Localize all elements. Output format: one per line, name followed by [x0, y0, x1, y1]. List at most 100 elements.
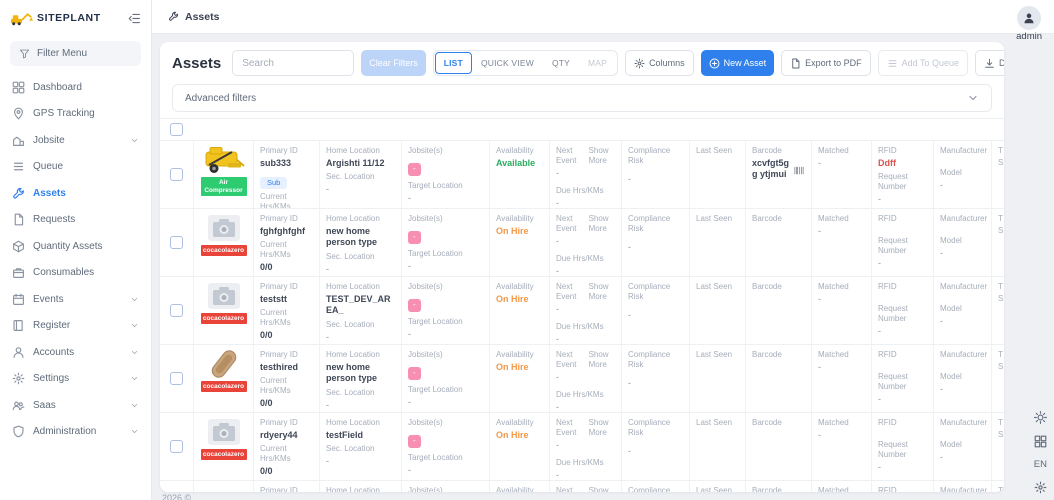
cell-value-primary_id: teststt: [260, 294, 288, 304]
sidebar-item-consumables[interactable]: Consumables: [0, 260, 151, 287]
col-label-availability: Availability: [496, 146, 534, 155]
sidebar-item-queue[interactable]: Queue: [0, 154, 151, 181]
theme-toggle-icon[interactable]: [1033, 411, 1047, 424]
jobsite-cell: Jobsite(s): [402, 481, 490, 492]
chevron-down-icon: [130, 348, 139, 357]
show-more-link[interactable]: Show More: [589, 146, 615, 166]
availability-cell: Availability On Hire: [490, 209, 550, 276]
avatar[interactable]: [1017, 6, 1042, 30]
row-checkbox[interactable]: [170, 372, 183, 385]
events-icon: [12, 293, 25, 306]
cell-value-next_event: -: [556, 372, 559, 382]
asset-thumbnail[interactable]: cocacolazero: [198, 415, 249, 461]
row-checkbox[interactable]: [170, 236, 183, 249]
sidebar-item-quantity-assets[interactable]: Quantity Assets: [0, 233, 151, 260]
jobsite-badge: -: [408, 434, 421, 448]
col-label-last_seen: Last Seen: [696, 418, 733, 427]
row-select-cell: [160, 481, 194, 492]
download-button[interactable]: Download: [975, 50, 1004, 76]
home-location-cell: Home Location Argishti 11/12 Sec. Location…: [320, 141, 402, 208]
sidebar-item-settings[interactable]: Settings: [0, 366, 151, 393]
col-label-next_event: Next Event: [556, 418, 577, 437]
col-label-target_location: Target Location: [408, 180, 463, 190]
view-quick-view-button[interactable]: QUICK VIEW: [472, 52, 543, 74]
asset-thumbnail[interactable]: cocacolazero: [198, 211, 249, 257]
chevron-down-icon: [130, 401, 139, 410]
asset-photo: [201, 211, 247, 245]
asset-thumbnail[interactable]: cocacolazero: [198, 347, 249, 393]
manufacturer-cell: Manufacturer Model -: [934, 209, 992, 276]
sidebar-item-dashboard[interactable]: Dashboard: [0, 74, 151, 101]
language-selector[interactable]: EN: [1034, 459, 1047, 470]
asset-thumbnail[interactable]: cocacolazero: [198, 279, 249, 325]
compliance-risk-cell: Compliance Risk -: [622, 209, 690, 276]
sidebar-item-label: Quantity Assets: [33, 240, 103, 252]
barcode-icon[interactable]: [793, 165, 805, 176]
row-checkbox[interactable]: [170, 168, 183, 181]
brand-logo[interactable]: SITEPLANT: [10, 10, 101, 26]
col-label-barcode: Barcode: [752, 350, 782, 359]
apps-grid-icon[interactable]: [1034, 435, 1047, 448]
advanced-filters-toggle[interactable]: Advanced filters: [172, 84, 992, 112]
sidebar-item-requests[interactable]: Requests: [0, 207, 151, 234]
sidebar-item-assets[interactable]: Assets: [0, 180, 151, 207]
col-label-target_location: Target Location: [408, 248, 463, 258]
row-checkbox[interactable]: [170, 304, 183, 317]
show-more-link[interactable]: Show More: [589, 486, 615, 492]
show-more-link[interactable]: Show More: [589, 418, 615, 438]
show-more-link[interactable]: Show More: [589, 214, 615, 234]
home-location-cell: Home Location new home person type Sec. Lo…: [320, 209, 402, 276]
sidebar-item-administration[interactable]: Administration: [0, 419, 151, 446]
new-asset-button[interactable]: New Asset: [700, 50, 775, 76]
view-map-button[interactable]: MAP: [579, 52, 616, 74]
cell-value-compliance_risk: -: [628, 174, 631, 184]
asset-category-tag: Air Compressor: [200, 177, 247, 197]
sidebar-item-label: Queue: [33, 161, 64, 173]
col-label-sec_location: Sec. Location: [326, 387, 375, 397]
col-label-jobsites: Jobsite(s): [408, 350, 443, 359]
sidebar-collapse-icon[interactable]: [128, 12, 141, 25]
show-more-link[interactable]: Show More: [589, 350, 615, 370]
app: SITEPLANT Filter Menu Dashboard GPS Track…: [0, 0, 1054, 500]
clear-filters-button[interactable]: Clear Filters: [361, 50, 426, 76]
sidebar-item-label: Jobsite: [33, 134, 65, 146]
cell-value-matched: -: [818, 294, 821, 304]
view-qty-button[interactable]: QTY: [543, 52, 579, 74]
sidebar-item-accounts[interactable]: Accounts: [0, 339, 151, 366]
user-menu[interactable]: admin: [1016, 6, 1042, 42]
settings-gear-icon[interactable]: [1034, 481, 1047, 494]
sidebar-item-events[interactable]: Events: [0, 286, 151, 313]
columns-button[interactable]: Columns: [625, 50, 694, 76]
sidebar-item-label: Saas: [33, 399, 56, 411]
new-asset-label: New Asset: [723, 58, 767, 68]
col-label-primary_id: Primary ID: [260, 350, 298, 359]
matched-cell: Matched -: [812, 277, 872, 344]
col-label-primary_id: Primary ID: [260, 418, 298, 427]
sidebar-item-gps-tracking[interactable]: GPS Tracking: [0, 101, 151, 128]
show-more-link[interactable]: Show More: [589, 282, 615, 302]
view-list-button[interactable]: LIST: [434, 52, 472, 74]
asset-row: cocacolazero Primary ID teststt Current Hrs…: [160, 277, 1004, 345]
asset-thumbnail[interactable]: Air Compressor: [198, 143, 249, 197]
export-pdf-button[interactable]: Export to PDF: [781, 50, 871, 76]
cell-value-home_location: TEST_DEV_AREA_: [326, 294, 391, 316]
search-input[interactable]: [232, 50, 355, 76]
cell-value-matched: -: [818, 226, 821, 236]
rfid-cell: RFID Request Number -: [872, 345, 934, 412]
queue-icon: [887, 58, 898, 69]
clipped-col-label: T: [998, 418, 1003, 427]
select-all-checkbox[interactable]: [170, 123, 183, 136]
col-label-request_number: Request Number: [878, 440, 908, 459]
jobsite-cell: Jobsite(s) - Target Location -: [402, 345, 490, 412]
col-label-last_seen: Last Seen: [696, 214, 733, 223]
filter-menu[interactable]: Filter Menu: [10, 41, 141, 66]
clipped-cell: TS: [992, 209, 1004, 276]
sidebar-item-jobsite[interactable]: Jobsite: [0, 127, 151, 154]
clipped-cell: T: [992, 481, 1004, 492]
sidebar-item-saas[interactable]: Saas: [0, 392, 151, 419]
row-checkbox[interactable]: [170, 440, 183, 453]
sidebar-item-register[interactable]: Register: [0, 313, 151, 340]
asset-row: Primary ID Home Location Jobsite(s) Availab…: [160, 481, 1004, 492]
next-event-cell: Next Event Show More - Due Hrs/KMs -: [550, 413, 622, 480]
add-to-queue-button[interactable]: Add To Queue: [877, 50, 969, 76]
